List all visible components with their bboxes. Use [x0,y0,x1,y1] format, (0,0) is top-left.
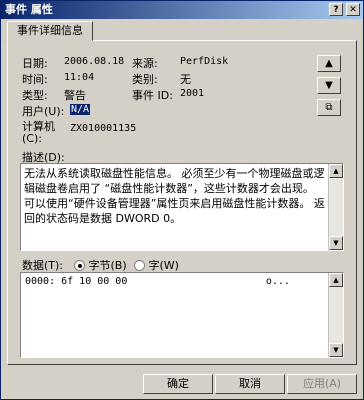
radio-bytes[interactable]: 字节(B) [74,257,127,273]
scroll-up-icon[interactable]: ▲ [329,273,343,287]
ok-button[interactable]: 确定 [143,374,213,394]
time-value: 11:04 [64,72,95,83]
category-label: 类别: [132,73,158,86]
source-value: PerfDisk [180,56,229,67]
next-event-button[interactable]: ▼ [317,77,341,94]
date-value: 2006.08.18 [64,56,125,67]
type-label: 类型: [22,89,48,102]
description-text: 无法从系统读取磁盘性能信息。 必须至少有一个物理磁盘或逻辑磁盘卷启用了 “磁盘性… [24,167,325,225]
close-button[interactable]: ✕ [346,3,360,16]
data-label: 数据(T): [22,259,64,272]
computer-label: 计算机(C): [22,120,55,145]
scroll-up-icon[interactable]: ▲ [329,164,343,178]
computer-value: ZX010001135 [70,123,137,134]
type-value: 警告 [64,89,86,102]
description-scrollbar[interactable]: ▲ ▼ [328,164,343,250]
copy-button[interactable]: ⧉ [317,99,341,116]
radio-unselected-icon [134,260,145,271]
data-scrollbar[interactable]: ▲ ▼ [328,273,343,357]
radio-bytes-label: 字节(B) [88,259,127,272]
arrow-down-icon: ▼ [325,80,333,91]
user-label: 用户(U): [22,105,65,118]
description-box[interactable]: 无法从系统读取磁盘性能信息。 必须至少有一个物理磁盘或逻辑磁盘卷启用了 “磁盘性… [20,163,344,251]
apply-button[interactable]: 应用(A) [287,374,357,394]
title-bar[interactable]: 事件 属性 ? ✕ [1,1,363,19]
event-id-label: 事件 ID: [132,89,173,102]
help-button[interactable]: ? [329,3,343,16]
radio-words[interactable]: 字(W) [134,257,179,273]
user-value-wrap: N/A [70,104,91,115]
data-content: 0000: 6f 10 00 00 o... [25,276,290,287]
radio-words-label: 字(W) [148,259,179,272]
event-properties-dialog: 事件 属性 ? ✕ 事件详细信息 日期: 2006.08.18 来源: Perf… [0,0,364,400]
time-label: 时间: [22,73,48,86]
copy-icon: ⧉ [325,102,333,113]
scroll-down-icon[interactable]: ▼ [329,343,343,357]
category-value: 无 [180,73,191,86]
date-label: 日期: [22,57,48,70]
tab-panel: 日期: 2006.08.18 来源: PerfDisk 时间: 11:04 类别… [7,40,357,365]
user-value[interactable]: N/A [70,104,91,115]
previous-event-button[interactable]: ▲ [317,55,341,72]
window-title: 事件 属性 [5,3,53,16]
cancel-button[interactable]: 取消 [215,374,285,394]
data-box[interactable]: 0000: 6f 10 00 00 o... ▲ ▼ [20,272,344,358]
source-label: 来源: [132,57,158,70]
arrow-up-icon: ▲ [325,58,333,69]
scroll-down-icon[interactable]: ▼ [329,236,343,250]
tab-event-details[interactable]: 事件详细信息 [7,21,93,41]
event-id-value: 2001 [180,88,205,99]
radio-selected-icon [74,260,85,271]
